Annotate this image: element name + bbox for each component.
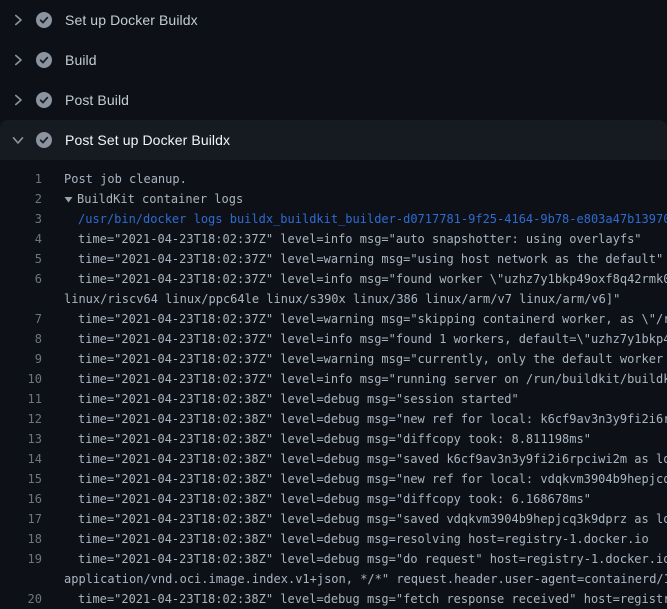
log-line: 4time="2021-04-23T18:02:37Z" level=info … (0, 229, 667, 249)
line-number[interactable]: 13 (0, 429, 42, 449)
log-text: time="2021-04-23T18:02:37Z" level=info m… (42, 369, 667, 389)
step-name: Build (65, 52, 97, 68)
check-circle-icon (36, 132, 52, 148)
log-line: linux/riscv64 linux/ppc64le linux/s390x … (0, 289, 667, 309)
line-number[interactable]: 3 (0, 209, 42, 229)
step-header-build[interactable]: Build (0, 40, 667, 80)
log-text: time="2021-04-23T18:02:38Z" level=debug … (42, 469, 667, 489)
log-line: 13time="2021-04-23T18:02:38Z" level=debu… (0, 429, 667, 449)
log-line: 12time="2021-04-23T18:02:38Z" level=debu… (0, 409, 667, 429)
line-number[interactable]: 9 (0, 349, 42, 369)
step-name: Set up Docker Buildx (65, 12, 198, 28)
log-text: time="2021-04-23T18:02:38Z" level=debug … (42, 509, 667, 529)
line-number (0, 569, 42, 589)
triangle-down-icon[interactable] (64, 195, 73, 204)
chevron-down-icon[interactable] (10, 132, 26, 148)
log-group-line[interactable]: 2 BuildKit container logs (0, 189, 667, 209)
line-number[interactable]: 8 (0, 329, 42, 349)
chevron-right-icon[interactable] (10, 52, 26, 68)
line-number[interactable]: 15 (0, 469, 42, 489)
log-text: BuildKit container logs (42, 189, 243, 209)
log-line: 20time="2021-04-23T18:02:38Z" level=debu… (0, 589, 667, 609)
log-line: 14time="2021-04-23T18:02:38Z" level=debu… (0, 449, 667, 469)
log-text: time="2021-04-23T18:02:37Z" level=info m… (42, 269, 667, 289)
line-number[interactable]: 2 (0, 189, 42, 209)
log-line: 10time="2021-04-23T18:02:37Z" level=info… (0, 369, 667, 389)
log-line: 18time="2021-04-23T18:02:38Z" level=debu… (0, 529, 667, 549)
log-text: time="2021-04-23T18:02:38Z" level=debug … (42, 529, 649, 549)
log-line: 15time="2021-04-23T18:02:38Z" level=debu… (0, 469, 667, 489)
log-line: 1Post job cleanup. (0, 169, 667, 189)
line-number[interactable]: 4 (0, 229, 42, 249)
log-text: time="2021-04-23T18:02:37Z" level=warnin… (42, 309, 667, 329)
log-line: 7time="2021-04-23T18:02:37Z" level=warni… (0, 309, 667, 329)
log-text: time="2021-04-23T18:02:38Z" level=debug … (42, 589, 667, 609)
check-circle-icon (36, 52, 52, 68)
log-area: 1Post job cleanup.2 BuildKit container lo… (0, 160, 667, 609)
log-text: time="2021-04-23T18:02:38Z" level=debug … (42, 429, 591, 449)
log-text: application/vnd.oci.image.index.v1+json,… (42, 569, 667, 589)
line-number[interactable]: 10 (0, 369, 42, 389)
log-text: linux/riscv64 linux/ppc64le linux/s390x … (42, 289, 620, 309)
line-number[interactable]: 6 (0, 269, 42, 289)
line-number[interactable]: 11 (0, 389, 42, 409)
line-number[interactable]: 1 (0, 169, 42, 189)
log-text: time="2021-04-23T18:02:37Z" level=warnin… (42, 349, 667, 369)
chevron-right-icon[interactable] (10, 92, 26, 108)
log-text: time="2021-04-23T18:02:38Z" level=debug … (42, 409, 667, 429)
log-text: time="2021-04-23T18:02:38Z" level=debug … (42, 449, 667, 469)
log-line: 6time="2021-04-23T18:02:37Z" level=info … (0, 269, 667, 289)
log-line: 11time="2021-04-23T18:02:38Z" level=debu… (0, 389, 667, 409)
actions-log-viewer: { "colors": { "background": "#0d1117", "… (0, 0, 667, 600)
step-name: Post Build (65, 92, 129, 108)
log-line: 17time="2021-04-23T18:02:38Z" level=debu… (0, 509, 667, 529)
steps-list: Set up Docker Buildx Build Post Build Post … (0, 0, 667, 160)
check-circle-icon (36, 12, 52, 28)
log-line: 3/usr/bin/docker logs buildx_buildkit_bu… (0, 209, 667, 229)
log-text: time="2021-04-23T18:02:38Z" level=debug … (42, 549, 667, 569)
log-command-text: /usr/bin/docker logs buildx_buildkit_bui… (42, 209, 667, 229)
check-circle-icon (36, 92, 52, 108)
log-text: time="2021-04-23T18:02:37Z" level=info m… (42, 329, 667, 349)
step-name: Post Set up Docker Buildx (65, 132, 230, 148)
group-title: BuildKit container logs (77, 189, 243, 209)
log-line: 19time="2021-04-23T18:02:38Z" level=debu… (0, 549, 667, 569)
line-number[interactable]: 19 (0, 549, 42, 569)
log-text: Post job cleanup. (42, 169, 187, 189)
line-number[interactable]: 7 (0, 309, 42, 329)
line-number[interactable]: 18 (0, 529, 42, 549)
log-line: 8time="2021-04-23T18:02:37Z" level=info … (0, 329, 667, 349)
step-header-post-build[interactable]: Post Build (0, 80, 667, 120)
line-number[interactable]: 12 (0, 409, 42, 429)
log-text: time="2021-04-23T18:02:38Z" level=debug … (42, 489, 591, 509)
line-number[interactable]: 14 (0, 449, 42, 469)
log-line: 5time="2021-04-23T18:02:37Z" level=warni… (0, 249, 667, 269)
chevron-right-icon[interactable] (10, 12, 26, 28)
log-line: 16time="2021-04-23T18:02:38Z" level=debu… (0, 489, 667, 509)
log-text: time="2021-04-23T18:02:37Z" level=info m… (42, 229, 642, 249)
step-header-post-set-up-docker-buildx[interactable]: Post Set up Docker Buildx (0, 120, 667, 160)
line-number[interactable]: 16 (0, 489, 42, 509)
log-line: 9time="2021-04-23T18:02:37Z" level=warni… (0, 349, 667, 369)
line-number[interactable]: 20 (0, 589, 42, 609)
line-number[interactable]: 17 (0, 509, 42, 529)
log-text: time="2021-04-23T18:02:38Z" level=debug … (42, 389, 519, 409)
line-number[interactable]: 5 (0, 249, 42, 269)
log-line: application/vnd.oci.image.index.v1+json,… (0, 569, 667, 589)
line-number (0, 289, 42, 309)
log-text: time="2021-04-23T18:02:37Z" level=warnin… (42, 249, 663, 269)
step-header-set-up-docker-buildx[interactable]: Set up Docker Buildx (0, 0, 667, 40)
